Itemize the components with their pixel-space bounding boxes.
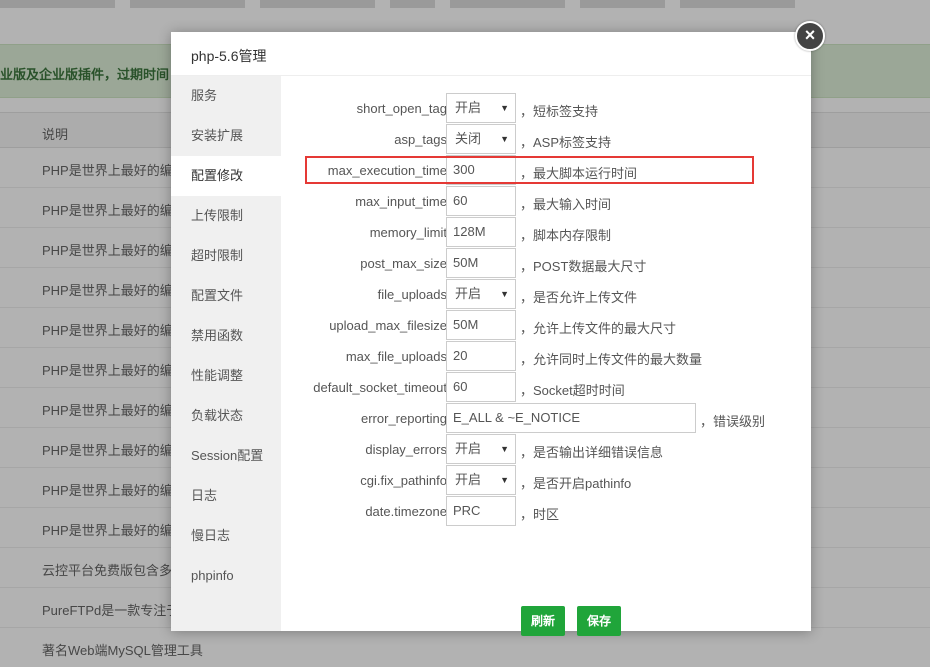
sidebar-item[interactable]: 禁用函数 [171, 316, 281, 356]
setting-description: ，允许上传文件的最大尺寸 [520, 321, 677, 336]
setting-row: asp_tags 关闭 ▼ ，ASP标签支持 [281, 124, 811, 155]
chevron-down-icon: ▼ [500, 134, 509, 144]
setting-select-value: 开启 [455, 286, 482, 301]
refresh-button[interactable]: 刷新 [521, 606, 566, 636]
sidebar-item[interactable]: 负载状态 [171, 396, 281, 436]
sidebar-item[interactable]: 安装扩展 [171, 116, 281, 156]
setting-description: ，ASP标签支持 [520, 135, 612, 150]
sidebar-item[interactable]: 超时限制 [171, 236, 281, 276]
sidebar-item[interactable]: phpinfo [171, 556, 281, 596]
setting-description: ，允许同时上传文件的最大数量 [520, 352, 703, 367]
setting-select[interactable]: 开启 ▼ [446, 93, 516, 123]
setting-label: display_errors [365, 442, 447, 457]
setting-input[interactable]: 60 [446, 186, 516, 216]
setting-description: ，POST数据最大尺寸 [520, 259, 647, 274]
setting-row: upload_max_filesize 50M ，允许上传文件的最大尺寸 [281, 310, 811, 341]
chevron-down-icon: ▼ [500, 289, 509, 299]
setting-description: ，脚本内存限制 [520, 228, 612, 243]
sidebar-item[interactable]: Session配置 [171, 436, 281, 476]
setting-row: max_input_time 60 ，最大输入时间 [281, 186, 811, 217]
sidebar-item[interactable]: 日志 [171, 476, 281, 516]
chevron-down-icon: ▼ [500, 103, 509, 113]
setting-description: ，是否开启pathinfo [520, 476, 632, 491]
setting-row: memory_limit 128M ，脚本内存限制 [281, 217, 811, 248]
setting-select[interactable]: 开启 ▼ [446, 465, 516, 495]
setting-label: date.timezone [365, 504, 447, 519]
setting-row: post_max_size 50M ，POST数据最大尺寸 [281, 248, 811, 279]
close-icon[interactable]: × [795, 21, 825, 51]
sidebar-item[interactable]: 配置文件 [171, 276, 281, 316]
sidebar-item[interactable]: 服务 [171, 76, 281, 116]
setting-label: default_socket_timeout [313, 380, 447, 395]
setting-label: upload_max_filesize [329, 318, 447, 333]
setting-input[interactable]: 300 [446, 155, 516, 185]
setting-row: file_uploads 开启 ▼ ，是否允许上传文件 [281, 279, 811, 310]
setting-description: ，最大输入时间 [520, 197, 612, 212]
setting-row: short_open_tag 开启 ▼ ，短标签支持 [281, 93, 811, 124]
setting-input[interactable]: E_ALL & ~E_NOTICE [446, 403, 696, 433]
setting-input[interactable]: 50M [446, 248, 516, 278]
sidebar-item[interactable]: 慢日志 [171, 516, 281, 556]
sidebar-item[interactable]: 上传限制 [171, 196, 281, 236]
setting-row: cgi.fix_pathinfo 开启 ▼ ，是否开启pathinfo [281, 465, 811, 496]
setting-description: ，是否允许上传文件 [520, 290, 638, 305]
setting-label: memory_limit [369, 225, 447, 240]
chevron-down-icon: ▼ [500, 444, 509, 454]
setting-label: short_open_tag [356, 101, 447, 116]
setting-row: display_errors 开启 ▼ ，是否输出详细错误信息 [281, 434, 811, 465]
setting-label: asp_tags [394, 132, 447, 147]
setting-description: ，时区 [520, 507, 560, 522]
sidebar-item[interactable]: 配置修改 [171, 156, 281, 196]
setting-label: cgi.fix_pathinfo [360, 473, 447, 488]
setting-input[interactable]: 60 [446, 372, 516, 402]
setting-select[interactable]: 开启 ▼ [446, 434, 516, 464]
setting-select-value: 开启 [455, 441, 482, 456]
setting-label: max_input_time [355, 194, 447, 209]
setting-select-value: 开启 [455, 100, 482, 115]
setting-description: ，Socket超时时间 [520, 383, 625, 398]
setting-select[interactable]: 开启 ▼ [446, 279, 516, 309]
dialog-title: php-5.6管理 [191, 48, 267, 64]
chevron-down-icon: ▼ [500, 475, 509, 485]
setting-input[interactable]: PRC [446, 496, 516, 526]
setting-row: date.timezone PRC ，时区 [281, 496, 811, 527]
setting-input[interactable]: 128M [446, 217, 516, 247]
setting-description: ，最大脚本运行时间 [520, 166, 638, 181]
save-button[interactable]: 保存 [577, 606, 622, 636]
setting-select-value: 开启 [455, 472, 482, 487]
setting-input[interactable]: 50M [446, 310, 516, 340]
dialog-sidebar: 服务 安装扩展 配置修改 上传限制 超时限制 配置文件 禁用函数 性能调整 负载状态 Sessio… [171, 76, 281, 631]
setting-select[interactable]: 关闭 ▼ [446, 124, 516, 154]
dialog-header: php-5.6管理 [171, 32, 811, 76]
setting-label: post_max_size [360, 256, 447, 271]
setting-row: max_execution_time 300 ，最大脚本运行时间 [281, 155, 811, 186]
config-form: 刷新 保存 short_open_tag 开启 ▼ ，短标签支持 asp_tags 关闭 ▼… [281, 76, 811, 636]
setting-description: ，是否输出详细错误信息 [520, 445, 664, 460]
setting-input[interactable]: 20 [446, 341, 516, 371]
setting-label: max_execution_time [327, 163, 447, 178]
setting-row: default_socket_timeout 60 ，Socket超时时间 [281, 372, 811, 403]
setting-description: ，短标签支持 [520, 104, 599, 119]
setting-label: max_file_uploads [345, 349, 447, 364]
sidebar-item[interactable]: 性能调整 [171, 356, 281, 396]
setting-row: max_file_uploads 20 ，允许同时上传文件的最大数量 [281, 341, 811, 372]
setting-select-value: 关闭 [455, 131, 482, 146]
php-manage-dialog: php-5.6管理 服务 安装扩展 配置修改 上传限制 超时限制 配置文件 禁用函数 性能调整… [171, 32, 811, 636]
setting-label: file_uploads [377, 287, 447, 302]
setting-description: ，错误级别 [700, 414, 766, 429]
setting-label: error_reporting [361, 411, 447, 426]
setting-row: error_reporting E_ALL & ~E_NOTICE ，错误级别 [281, 403, 811, 434]
